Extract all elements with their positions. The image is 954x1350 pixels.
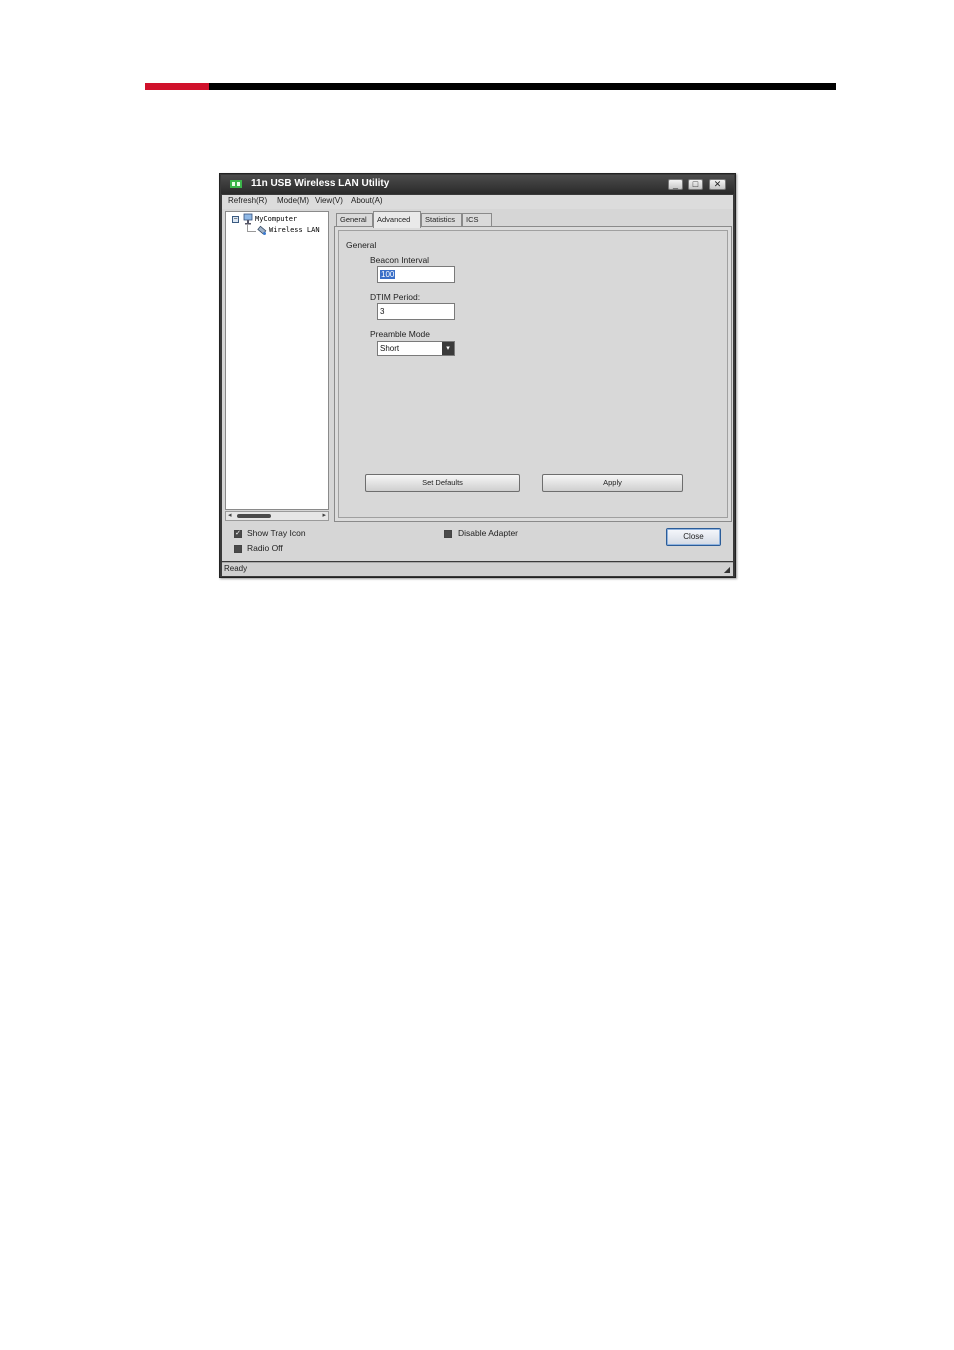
minimize-icon: _ xyxy=(672,179,678,189)
maximize-icon: □ xyxy=(692,179,699,189)
advanced-panel-inner: General Beacon Interval 100 DTIM Period:… xyxy=(338,230,728,518)
wireless-app-icon xyxy=(230,180,242,188)
tab-ics-label: ICS xyxy=(466,215,479,224)
dtim-period-field[interactable]: 3 xyxy=(377,303,455,320)
menu-view[interactable]: View(V) xyxy=(315,196,343,205)
radio-off-checkbox[interactable] xyxy=(234,545,242,553)
beacon-interval-label: Beacon Interval xyxy=(370,255,430,265)
tree-line xyxy=(247,231,256,232)
radio-off-label: Radio Off xyxy=(247,543,283,553)
show-tray-icon-checkbox[interactable]: ✓ xyxy=(234,530,242,538)
preamble-mode-value: Short xyxy=(380,344,400,353)
disable-adapter-label: Disable Adapter xyxy=(458,528,519,538)
header-accent-red xyxy=(145,83,209,90)
tree-item-wireless-lan[interactable]: Wireless LAN xyxy=(269,226,320,234)
show-tray-icon-label: Show Tray Icon xyxy=(247,528,306,538)
preamble-mode-select[interactable]: Short ▾ xyxy=(377,341,455,356)
status-text: Ready xyxy=(224,564,248,573)
status-bar: Ready ◢ xyxy=(222,562,733,576)
menu-about[interactable]: About(A) xyxy=(351,196,383,205)
tab-statistics-label: Statistics xyxy=(425,215,456,224)
resize-grip-icon[interactable]: ◢ xyxy=(724,565,730,574)
main-area: − MyComputer Wireless LAN ◂ ▸ General Ad… xyxy=(222,209,733,561)
beacon-interval-value: 100 xyxy=(380,270,396,279)
advanced-panel: General Beacon Interval 100 DTIM Period:… xyxy=(334,226,732,522)
dtim-period-label: DTIM Period: xyxy=(370,292,421,302)
tree-horizontal-scrollbar[interactable]: ◂ ▸ xyxy=(225,511,329,521)
tab-general[interactable]: General xyxy=(336,213,373,226)
menu-mode[interactable]: Mode(M) xyxy=(277,196,309,205)
tab-strip: General Advanced Statistics ICS xyxy=(334,211,734,228)
wireless-adapter-icon xyxy=(257,225,267,235)
device-tree: − MyComputer Wireless LAN xyxy=(225,211,329,510)
tab-statistics[interactable]: Statistics xyxy=(421,213,462,226)
minimize-button[interactable]: _ xyxy=(668,179,683,190)
tree-item-mycomputer[interactable]: MyComputer xyxy=(255,215,297,223)
set-defaults-label: Set Defaults xyxy=(422,478,463,487)
scroll-right-icon[interactable]: ▸ xyxy=(322,512,326,520)
utility-window: 11n USB Wireless LAN Utility _ □ ✕ Refre… xyxy=(219,173,736,578)
chevron-down-icon[interactable]: ▾ xyxy=(442,342,454,355)
preamble-mode-label: Preamble Mode xyxy=(370,329,431,339)
beacon-interval-field[interactable]: 100 xyxy=(377,266,455,283)
menu-bar: Refresh(R) Mode(M) View(V) About(A) xyxy=(222,195,733,209)
group-label-general: General xyxy=(346,240,377,250)
menu-refresh[interactable]: Refresh(R) xyxy=(228,196,267,205)
close-window-button[interactable]: ✕ xyxy=(709,179,726,190)
apply-label: Apply xyxy=(603,478,622,487)
close-button-label: Close xyxy=(683,532,704,541)
tab-advanced-label: Advanced xyxy=(377,215,411,224)
tree-collapse-toggle[interactable]: − xyxy=(232,216,239,223)
title-bar[interactable]: 11n USB Wireless LAN Utility _ □ ✕ xyxy=(221,175,734,194)
tab-advanced[interactable]: Advanced xyxy=(373,211,421,228)
maximize-button[interactable]: □ xyxy=(688,179,703,190)
scroll-thumb[interactable] xyxy=(237,514,271,518)
dtim-period-value: 3 xyxy=(380,307,385,316)
disable-adapter-checkbox[interactable] xyxy=(444,530,452,538)
apply-button[interactable]: Apply xyxy=(542,474,683,492)
close-icon: ✕ xyxy=(713,179,722,189)
scroll-left-icon[interactable]: ◂ xyxy=(228,512,232,520)
set-defaults-button[interactable]: Set Defaults xyxy=(365,474,520,492)
header-rule-black xyxy=(209,83,836,90)
tab-general-label: General xyxy=(340,215,367,224)
tab-ics[interactable]: ICS xyxy=(462,213,492,226)
close-button[interactable]: Close xyxy=(666,528,721,546)
computer-icon xyxy=(243,213,253,225)
window-title: 11n USB Wireless LAN Utility xyxy=(251,178,390,189)
